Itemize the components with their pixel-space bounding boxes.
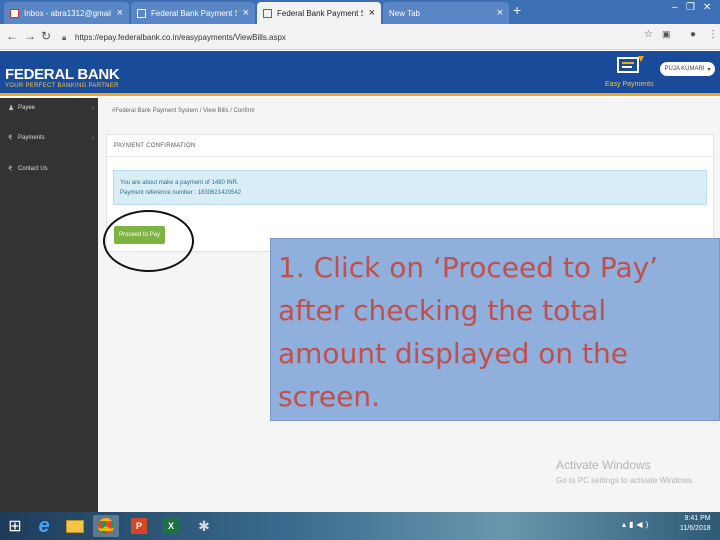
- panel-title: PAYMENT CONFIRMATION: [114, 143, 196, 149]
- tab-label: Federal Bank Payment System: [277, 8, 363, 18]
- gmail-icon: [10, 8, 19, 18]
- tab-gmail[interactable]: Inbox - abra1312@gmail.com - G ×: [4, 2, 129, 24]
- tab-new[interactable]: New Tab ×: [383, 2, 509, 24]
- tab-label: Inbox - abra1312@gmail.com - G: [24, 8, 111, 18]
- close-icon[interactable]: ×: [243, 7, 249, 19]
- sidebar-item-label: Payee: [18, 105, 36, 111]
- browser-tab-bar: Inbox - abra1312@gmail.com - G × Federal…: [0, 0, 720, 24]
- chevron-right-icon: ›: [91, 134, 94, 142]
- chrome-icon[interactable]: [93, 515, 119, 537]
- close-icon[interactable]: ×: [369, 7, 375, 19]
- forward-arrow-icon[interactable]: →: [24, 29, 36, 43]
- reload-icon[interactable]: ↻: [41, 29, 51, 43]
- rupee-icon: ₹: [8, 166, 13, 173]
- tab-label: Federal Bank Payment System: [151, 8, 237, 18]
- system-tray-icons[interactable]: ▴▮◀): [622, 520, 651, 529]
- chevron-down-icon: ▾: [707, 66, 711, 73]
- minimize-icon[interactable]: –: [672, 2, 678, 13]
- account-icon[interactable]: ●: [690, 29, 696, 40]
- sidebar-item-label: Payments: [18, 135, 45, 141]
- address-bar: ← → ↻ 🔒︎ https://epay.federalbank.co.in/…: [0, 24, 720, 50]
- sidebar-item-label: Contact Us: [18, 166, 48, 172]
- activate-windows-title: Activate Windows: [556, 458, 651, 472]
- payment-reference-text: Payment reference number : 1830621420542: [120, 190, 242, 196]
- close-icon[interactable]: ×: [117, 7, 123, 19]
- activate-windows-subtitle: Go to PC settings to activate Windows.: [556, 476, 695, 485]
- tab-label: New Tab: [389, 8, 420, 18]
- user-menu[interactable]: PUJA KUMARI ▾: [660, 62, 715, 76]
- restore-icon[interactable]: ❐: [686, 2, 695, 13]
- user-name: PUJA KUMARI: [664, 66, 705, 72]
- window-close-icon[interactable]: ✕: [703, 2, 711, 13]
- new-tab-plus-icon[interactable]: +: [513, 2, 521, 18]
- highlight-circle: [103, 210, 194, 272]
- internet-explorer-icon[interactable]: e: [31, 515, 57, 537]
- instruction-text: 1. Click on ‘Proceed to Pay’ after check…: [278, 251, 659, 413]
- sidebar-item-payee[interactable]: ♟ Payee ›: [0, 98, 98, 118]
- menu-icon[interactable]: ⋮: [708, 29, 718, 40]
- clock-time: 9:41 PM: [684, 515, 711, 522]
- sidebar-item-payments[interactable]: ₹ Payments ›: [0, 128, 98, 148]
- bank-logo[interactable]: FEDERAL BANK: [5, 66, 120, 83]
- tab-federal-1[interactable]: Federal Bank Payment System ×: [131, 2, 255, 24]
- page-icon: [263, 8, 272, 18]
- payment-amount-text: You are about make a payment of 1480 INR…: [120, 180, 239, 186]
- close-icon[interactable]: ×: [497, 7, 503, 19]
- easy-payments-label: Easy Payments: [605, 81, 654, 88]
- rupee-icon: ₹: [8, 135, 13, 142]
- clock-date: 11/6/2018: [680, 525, 711, 532]
- breadcrumb[interactable]: #Federal Bank Payment System / View Bill…: [112, 108, 255, 114]
- excel-icon[interactable]: X: [158, 515, 184, 537]
- tab-federal-active[interactable]: Federal Bank Payment System ×: [257, 2, 381, 24]
- payment-info-alert: [113, 170, 707, 205]
- url-field[interactable]: 🔒︎ https://epay.federalbank.co.in/easypa…: [62, 28, 652, 46]
- bank-tagline: YOUR PERFECT BANKING PARTNER: [5, 83, 119, 89]
- file-explorer-icon[interactable]: [62, 515, 88, 537]
- sidebar-item-contact[interactable]: ₹ Contact Us: [0, 159, 98, 179]
- page-icon: [137, 8, 146, 18]
- powerpoint-icon[interactable]: P: [126, 515, 152, 537]
- sidebar: ♟ Payee › ₹ Payments › ₹ Contact Us: [0, 98, 98, 512]
- star-icon[interactable]: ☆: [644, 29, 653, 40]
- easy-payments-logo-icon: [617, 56, 644, 73]
- back-arrow-icon[interactable]: ←: [6, 29, 18, 43]
- extension-icon[interactable]: ▣: [662, 29, 671, 40]
- divider: [107, 156, 713, 157]
- url-text: https://epay.federalbank.co.in/easypayme…: [75, 32, 286, 42]
- chevron-right-icon: ›: [91, 104, 94, 112]
- lock-icon: 🔒︎: [62, 33, 67, 42]
- taskbar-clock[interactable]: 9:41 PM 11/6/2018: [680, 514, 711, 534]
- settings-icon[interactable]: ✱: [191, 515, 217, 537]
- windows-start-icon[interactable]: ⊞: [2, 515, 28, 537]
- user-icon: ♟: [8, 105, 15, 112]
